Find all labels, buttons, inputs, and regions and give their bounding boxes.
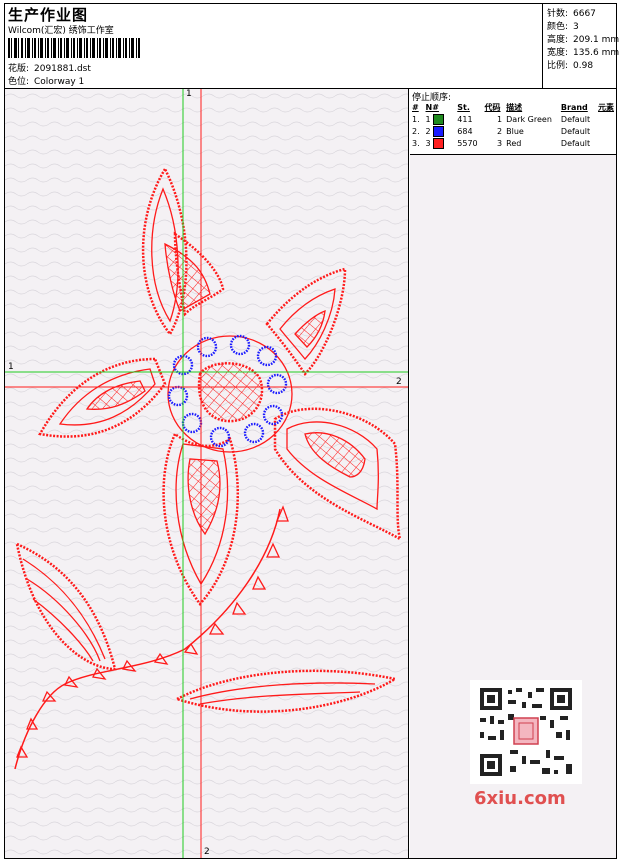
subtitle: Wilcom(汇宏) 绣饰工作室 xyxy=(8,26,114,36)
col-header: 代码 xyxy=(484,102,501,112)
row-brand: Default xyxy=(560,126,591,136)
stat-height: 高度: 209.1 mm xyxy=(547,32,619,45)
stat-label: 颜色: xyxy=(547,22,569,32)
col-header: N# xyxy=(425,102,439,112)
table-header-row: # N# St. 代码 描述 Brand 元素 xyxy=(410,101,616,113)
watermark-logo: 6xiu.com xyxy=(474,788,566,809)
col-header: # xyxy=(412,102,419,112)
row-desc: Red xyxy=(506,138,522,148)
red-axis-right-label: 2 xyxy=(396,377,402,387)
table-row[interactable]: 2. 2 684 2 Blue Default xyxy=(410,125,616,137)
red-axis-bottom-label: 2 xyxy=(204,847,210,857)
row-stitches: 411 xyxy=(457,114,473,124)
row-n: 3 xyxy=(424,137,456,149)
stat-label: 宽度: xyxy=(547,48,569,58)
row-index: 1. xyxy=(412,114,420,124)
stat-label: 高度: xyxy=(547,35,569,45)
stat-stitches: 针数: 6667 xyxy=(547,6,596,19)
row-n: 2 xyxy=(424,125,456,137)
colorway-label: 色位: xyxy=(8,77,30,87)
table-row[interactable]: 3. 3 5570 3 Red Default xyxy=(410,137,616,149)
stat-value: 209.1 mm xyxy=(573,35,620,45)
color-swatch xyxy=(433,125,445,137)
row-element xyxy=(596,125,616,137)
row-stitches: 5570 xyxy=(457,138,478,148)
col-header: Brand xyxy=(560,102,588,112)
design-canvas[interactable]: 1 1 2 2 xyxy=(5,89,409,858)
design-value: 2091881.dst xyxy=(34,64,91,74)
qr-code-icon xyxy=(470,680,582,784)
col-header: 元素 xyxy=(598,102,614,112)
row-brand: Default xyxy=(560,114,591,124)
colorway-value: Colorway 1 xyxy=(34,77,85,87)
stop-sequence-panel: 停止顺序: # N# St. 代码 描述 Brand 元素 1. 1 411 1… xyxy=(410,89,616,155)
color-swatch xyxy=(433,113,445,125)
color-swatch xyxy=(433,137,445,149)
row-desc: Dark Green xyxy=(506,114,552,124)
row-code: 3 xyxy=(497,138,503,148)
design-row: 花版: 2091881.dst xyxy=(8,61,91,74)
row-stitches: 684 xyxy=(457,126,473,136)
row-code: 2 xyxy=(497,126,503,136)
row-n: 1 xyxy=(424,113,456,125)
row-index: 3. xyxy=(412,138,420,148)
stat-label: 比例: xyxy=(547,61,569,71)
row-element xyxy=(596,137,616,149)
stat-value: 3 xyxy=(573,22,579,32)
page-title: 生产作业图 xyxy=(8,6,89,24)
stat-value: 0.98 xyxy=(573,61,594,71)
design-label: 花版: xyxy=(8,64,30,74)
barcode-icon xyxy=(8,38,140,58)
green-axis-top-label: 1 xyxy=(186,89,192,99)
col-header: 描述 xyxy=(506,102,523,112)
row-desc: Blue xyxy=(506,126,524,136)
stat-label: 针数: xyxy=(547,9,569,19)
col-header: St. xyxy=(457,102,470,112)
row-element xyxy=(596,113,616,125)
colorway-row: 色位: Colorway 1 xyxy=(8,74,84,87)
table-row[interactable]: 1. 1 411 1 Dark Green Default xyxy=(410,113,616,125)
row-brand: Default xyxy=(560,138,591,148)
row-code: 1 xyxy=(497,114,503,124)
green-axis-left-label: 1 xyxy=(8,362,14,372)
row-index: 2. xyxy=(412,126,420,136)
stat-value: 6667 xyxy=(573,9,596,19)
stat-colors: 颜色: 3 xyxy=(547,19,579,32)
stat-scale: 比例: 0.98 xyxy=(547,58,593,71)
stat-value: 135.6 mm xyxy=(573,48,620,58)
stat-width: 宽度: 135.6 mm xyxy=(547,45,619,58)
embroidery-preview xyxy=(5,89,408,858)
stop-sequence-table: # N# St. 代码 描述 Brand 元素 1. 1 411 1 Dark … xyxy=(410,101,616,149)
